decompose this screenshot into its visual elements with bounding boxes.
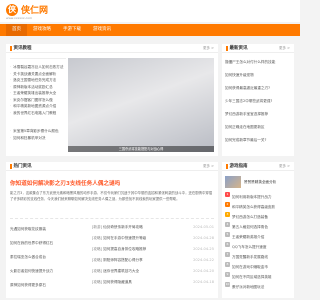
news-panel-title: 资讯教程 (13, 46, 32, 51)
hot-panel: 热门资讯 更多 > 你知道如何解决影之刃3支线任务人偶之谜吗 影之刃3，这款集合… (6, 162, 218, 298)
hot-list-row[interactable]: [新游] 仙剑奇侠传新手开局攻略 2024-05-01 (92, 222, 214, 233)
hot-side-list: 光遇如何获取花纹服装 如何在我的世界中获得红石 泰拉瑞亚怎么做合成台 火影忍者如… (10, 222, 86, 292)
site-header: 侠 侠仁网 www.xxxxxx.com (0, 0, 300, 22)
nav-item-news[interactable]: 游戏资讯 (87, 24, 117, 36)
news-list-bottom: · 米宝第5章背影步骤什么颜色 · 如何和狂暴机甲对决 (10, 128, 66, 141)
news-more-link[interactable]: 更多 > (203, 46, 214, 51)
hot-panel-title: 热门资讯 (13, 164, 32, 169)
nav-item-home[interactable]: 首页 (6, 24, 27, 36)
hot-summary: 影之刃3，这款集合了东方武侠元素和暗黑风格的动作手游，不仅令玩家们沉迷于其中华丽… (10, 191, 213, 201)
news-list-top: · 冰雪裂谷霜冻巨人如何击败打法 · 关卡挑战通关要点全面解析 · 洛克王国雪地任务完… (10, 64, 66, 116)
latest-item[interactable]: 少年三国志2中哪些武将更强? (225, 95, 291, 108)
guide-panel-header: 游戏指南 更多 > (222, 162, 294, 171)
news-feature-caption: 三国杀武将技能搭配与对战心得 (68, 146, 214, 152)
guide-feature-title: 赞赞赞精英全面分析 (244, 179, 277, 184)
latest-item[interactable]: 撸僵尸王怎么对付什么样的技能 (225, 56, 291, 69)
guide-item[interactable]: 10 蛋仔派对新地图玩法 (225, 282, 291, 292)
nav-item-downloads[interactable]: 手游下载 (57, 24, 87, 36)
guide-item[interactable]: 4 第五人格如何选择角色 (225, 222, 291, 232)
news-item[interactable]: · 如何和狂暴机甲对决 (10, 135, 66, 142)
hot-side-item[interactable]: 泰拉瑞亚怎么做合成台 (10, 250, 86, 264)
latest-item[interactable]: 如何获得最高逼近最重之刃? (225, 82, 291, 95)
site-domain: www.xxxxxx.com (6, 16, 33, 20)
news-panel-header: 资讯教程 更多 > (6, 44, 218, 53)
guide-item[interactable]: 2 和平精英怎么获得高级皮肤 (225, 202, 291, 212)
news-panel: 资讯教程 更多 > · 冰雪裂谷霜冻巨人如何击败打法 · 关卡挑战通关要点全面解析 … (6, 44, 218, 156)
hot-side-item[interactable]: 如何在我的世界中获得红石 (10, 236, 86, 250)
guide-more-link[interactable]: 更多 > (279, 164, 290, 169)
hot-side-item[interactable]: 火影忍者如何快速提升战力 (10, 264, 86, 278)
hot-headline[interactable]: 你知道如何解决影之刃3支线任务人偶之谜吗 (10, 179, 214, 187)
news-item[interactable]: · 我的世界红石电路入门教程 (10, 110, 66, 117)
hot-panel-header: 热门资讯 更多 > (6, 162, 218, 171)
latest-item[interactable]: 如何正确走在地图更新区 (225, 121, 291, 134)
guide-panel-title: 游戏指南 (229, 164, 248, 169)
hot-side-item[interactable]: 原神如何获得更多原石 (10, 278, 86, 292)
guide-item[interactable]: 6 QQ飞车怎么提升速度 (225, 242, 291, 252)
site-logo[interactable]: 侠 侠仁网 (6, 3, 48, 16)
guide-item[interactable]: 3 梦幻西游怎么打造装备 (225, 212, 291, 222)
hot-list-row[interactable]: [攻略] 迷你世界建筑技巧大全 2024-04-20 (92, 266, 214, 277)
hot-list-row[interactable]: [攻略] 如何获得隐藏道具 2024-04-18 (92, 277, 214, 288)
latest-panel: 最新资讯 更多 > 撸僵尸王怎么对付什么样的技能 如何快速升级宠物 如何获得最高… (222, 44, 294, 156)
guide-item[interactable]: 8 如何在游戏中赚取金币 (225, 262, 291, 272)
nav-item-guides[interactable]: 游戏攻略 (27, 24, 57, 36)
hot-list-row[interactable]: [攻略] 如何在手游中快速提升等级 2024-04-28 (92, 233, 214, 244)
hot-more-link[interactable]: 更多 > (203, 164, 214, 169)
latest-more-link[interactable]: 更多 > (279, 46, 290, 51)
news-feature-image[interactable]: 三国杀武将技能搭配与对战心得 (68, 58, 214, 152)
guide-list: 1 如何利用新版本提升战力 2 和平精英怎么获得高级皮肤 3 梦幻西游怎么打造装备 4… (225, 192, 291, 292)
main-nav: 首页 游戏攻略 手游下载 游戏资讯 (0, 24, 300, 36)
guide-item[interactable]: 9 如何在不同区域选择英雄 (225, 272, 291, 282)
guide-item[interactable]: 5 王者荣耀新英雄介绍 (225, 232, 291, 242)
guide-item[interactable]: 1 如何利用新版本提升战力 (225, 192, 291, 202)
latest-panel-header: 最新资讯 更多 > (222, 44, 294, 53)
hot-news-list: [新游] 仙剑奇侠传新手开局攻略 2024-05-01 [攻略] 如何在手游中快… (92, 222, 214, 288)
guide-feature[interactable]: 赞赞赞精英全面分析 (225, 175, 291, 189)
latest-item[interactable]: 如何快速升级宠物 (225, 69, 291, 82)
guide-item[interactable]: 7 万国觉醒新手发展路线 (225, 252, 291, 262)
hot-list-row[interactable]: [攻略] 阴阳师阵容搭配心得分享 2024-04-22 (92, 255, 214, 266)
site-name: 侠仁网 (21, 6, 49, 16)
latest-panel-title: 最新资讯 (229, 46, 248, 51)
guide-feature-thumb (225, 176, 241, 188)
hot-side-item[interactable]: 光遇如何获取花纹服装 (10, 222, 86, 236)
latest-item[interactable]: 如何完成新章节最后一关? (225, 134, 291, 147)
hot-list-row[interactable]: [攻略] 如何提高自身排位攻略推荐 2024-04-25 (92, 244, 214, 255)
latest-item[interactable]: 梦幻西游新手宝宝选择推荐 (225, 108, 291, 121)
guide-panel: 游戏指南 更多 > 赞赞赞精英全面分析 1 如何利用新版本提升战力 2 和平精英怎么… (222, 162, 294, 298)
logo-icon: 侠 (6, 3, 18, 16)
